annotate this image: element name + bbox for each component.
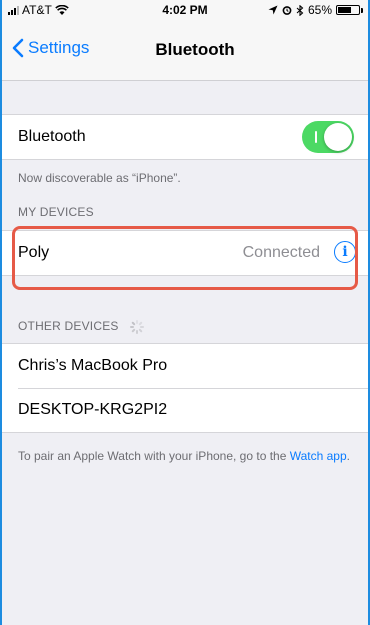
device-row-poly[interactable]: Poly Connected i (2, 231, 368, 275)
toggle-knob (324, 123, 352, 151)
spinner-spoke (131, 321, 136, 326)
bluetooth-toggle-switch[interactable] (302, 121, 354, 153)
navigation-bar: Settings Bluetooth (2, 20, 368, 81)
my-devices-list: Poly Connected i (2, 230, 368, 276)
my-devices-header: MY DEVICES (18, 205, 94, 219)
info-icon[interactable]: i (334, 241, 356, 263)
spinner-spoke (136, 329, 139, 334)
device-name: Chris’s MacBook Pro (18, 357, 168, 374)
bluetooth-toggle-group: Bluetooth (2, 114, 368, 160)
other-devices-list: Chris’s MacBook Pro DESKTOP-KRG2PI2 (2, 343, 368, 433)
device-row-macbook[interactable]: Chris’s MacBook Pro (2, 344, 368, 388)
device-row-desktop[interactable]: DESKTOP-KRG2PI2 (2, 388, 368, 432)
location-icon (268, 5, 278, 15)
watch-app-link[interactable]: Watch app (290, 449, 347, 463)
battery-icon (336, 5, 363, 15)
status-right: 65% (268, 3, 363, 17)
watch-footer-note: To pair an Apple Watch with your iPhone,… (18, 448, 352, 464)
page-title: Bluetooth (155, 40, 235, 59)
other-devices-label: OTHER DEVICES (18, 319, 119, 333)
discoverable-note: Now discoverable as “iPhone”. (18, 171, 181, 185)
spinner-spoke (138, 321, 143, 326)
spinner-spoke (138, 328, 143, 333)
status-bar: AT&T 4:02 PM 65% (2, 0, 368, 20)
watch-footer-text: To pair an Apple Watch with your iPhone,… (18, 449, 287, 463)
phone-screen: AT&T 4:02 PM 65% Settings Bluetooth Blue… (0, 0, 370, 625)
device-name: DESKTOP-KRG2PI2 (18, 401, 168, 418)
battery-percent: 65% (307, 3, 332, 17)
spinner-spoke (130, 325, 135, 328)
bluetooth-icon (296, 4, 304, 16)
bluetooth-toggle-label: Bluetooth (18, 128, 86, 145)
alarm-icon (282, 6, 292, 15)
spinner-spoke (140, 325, 145, 328)
connection-status: Connected (242, 244, 320, 261)
watch-footer-end: . (346, 449, 350, 463)
device-name: Poly (18, 244, 50, 261)
other-devices-header: OTHER DEVICES (18, 319, 145, 334)
bluetooth-toggle-row: Bluetooth (2, 115, 368, 159)
loading-spinner-icon (130, 319, 145, 334)
